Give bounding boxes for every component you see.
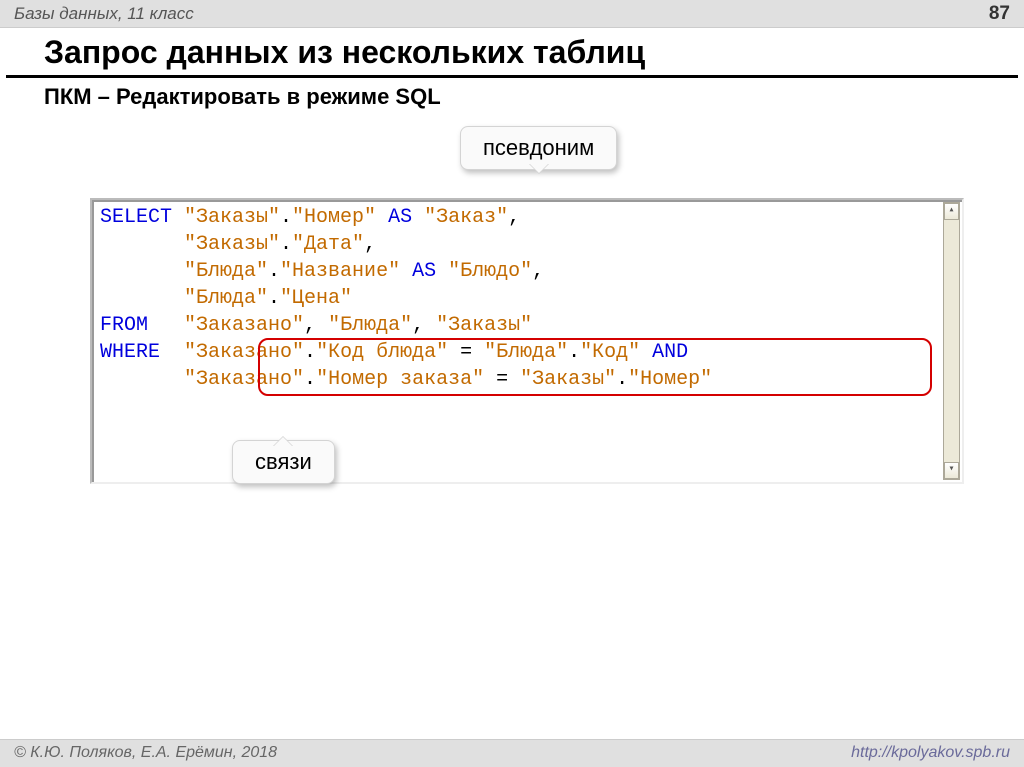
content-area: псевдоним SELECT "Заказы"."Номер" AS "За…	[0, 110, 1024, 484]
kw-where: WHERE	[100, 341, 184, 364]
footer-bar: © К.Ю. Поляков, Е.А. Ерёмин, 2018 http:/…	[0, 739, 1024, 767]
scrollbar[interactable]: ▴ ▾	[943, 202, 960, 480]
page-title: Запрос данных из нескольких таблиц	[6, 28, 1018, 78]
footer-url: http://kpolyakov.spb.ru	[851, 744, 1010, 763]
scroll-up-icon[interactable]: ▴	[944, 203, 959, 220]
kw-select: SELECT	[100, 206, 184, 229]
header-bar: Базы данных, 11 класс 87	[0, 0, 1024, 28]
kw-from: FROM	[100, 314, 184, 337]
callout-links: связи	[232, 440, 335, 484]
callout-alias: псевдоним	[460, 126, 617, 170]
page-subtitle: ПКМ – Редактировать в режиме SQL	[0, 78, 1024, 110]
sql-panel: SELECT "Заказы"."Номер" AS "Заказ", "Зак…	[90, 198, 964, 484]
scroll-down-icon[interactable]: ▾	[944, 462, 959, 479]
course-label: Базы данных, 11 класс	[14, 4, 194, 24]
authors-label: © К.Ю. Поляков, Е.А. Ерёмин, 2018	[14, 744, 277, 763]
page-number: 87	[989, 3, 1010, 25]
